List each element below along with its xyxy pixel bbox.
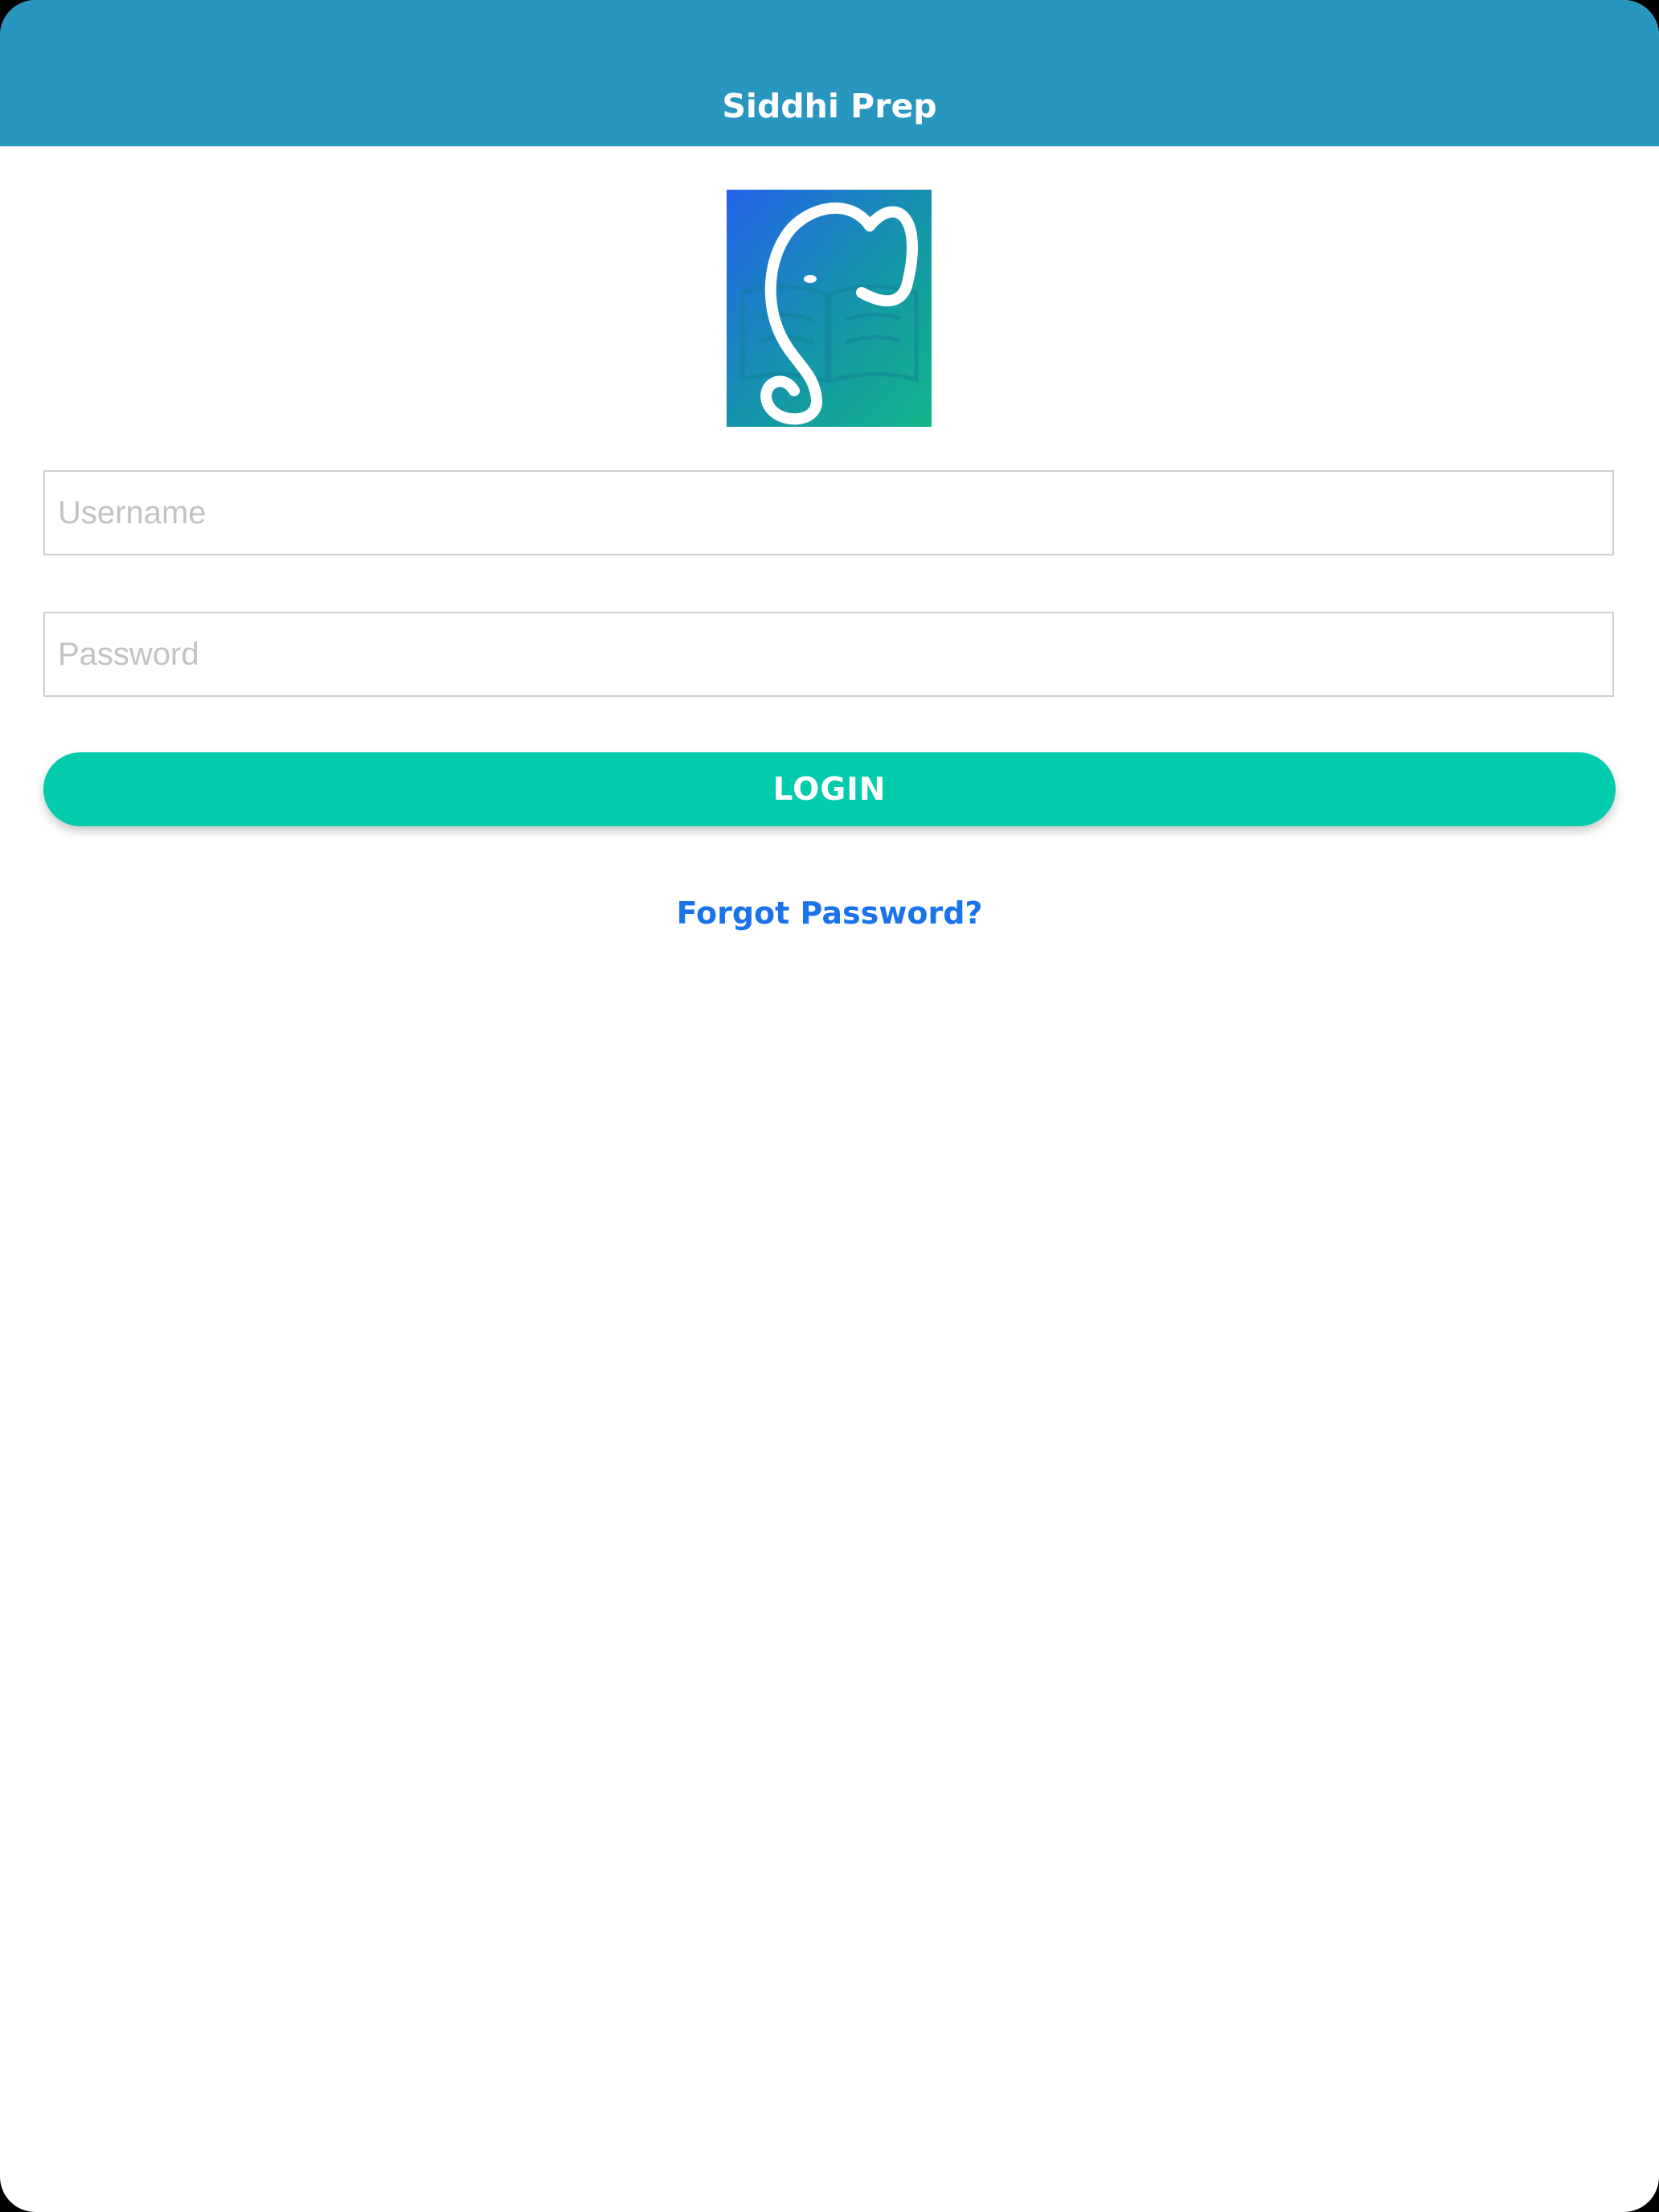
- password-input[interactable]: [45, 613, 1612, 695]
- login-screen: Siddhi Prep Username LOGIN Forgot Passwo…: [0, 0, 1659, 2212]
- app-logo: [727, 190, 932, 427]
- forgot-password-link[interactable]: Forgot Password?: [0, 889, 1659, 937]
- login-button[interactable]: LOGIN: [43, 752, 1616, 826]
- app-header: Siddhi Prep: [0, 0, 1659, 146]
- app-title: Siddhi Prep: [722, 87, 937, 125]
- elephant-book-logo-icon: [727, 190, 932, 427]
- username-field-container: [43, 470, 1614, 555]
- username-input[interactable]: [45, 472, 1612, 554]
- password-field-container: [43, 612, 1614, 697]
- login-button-label: LOGIN: [772, 771, 887, 808]
